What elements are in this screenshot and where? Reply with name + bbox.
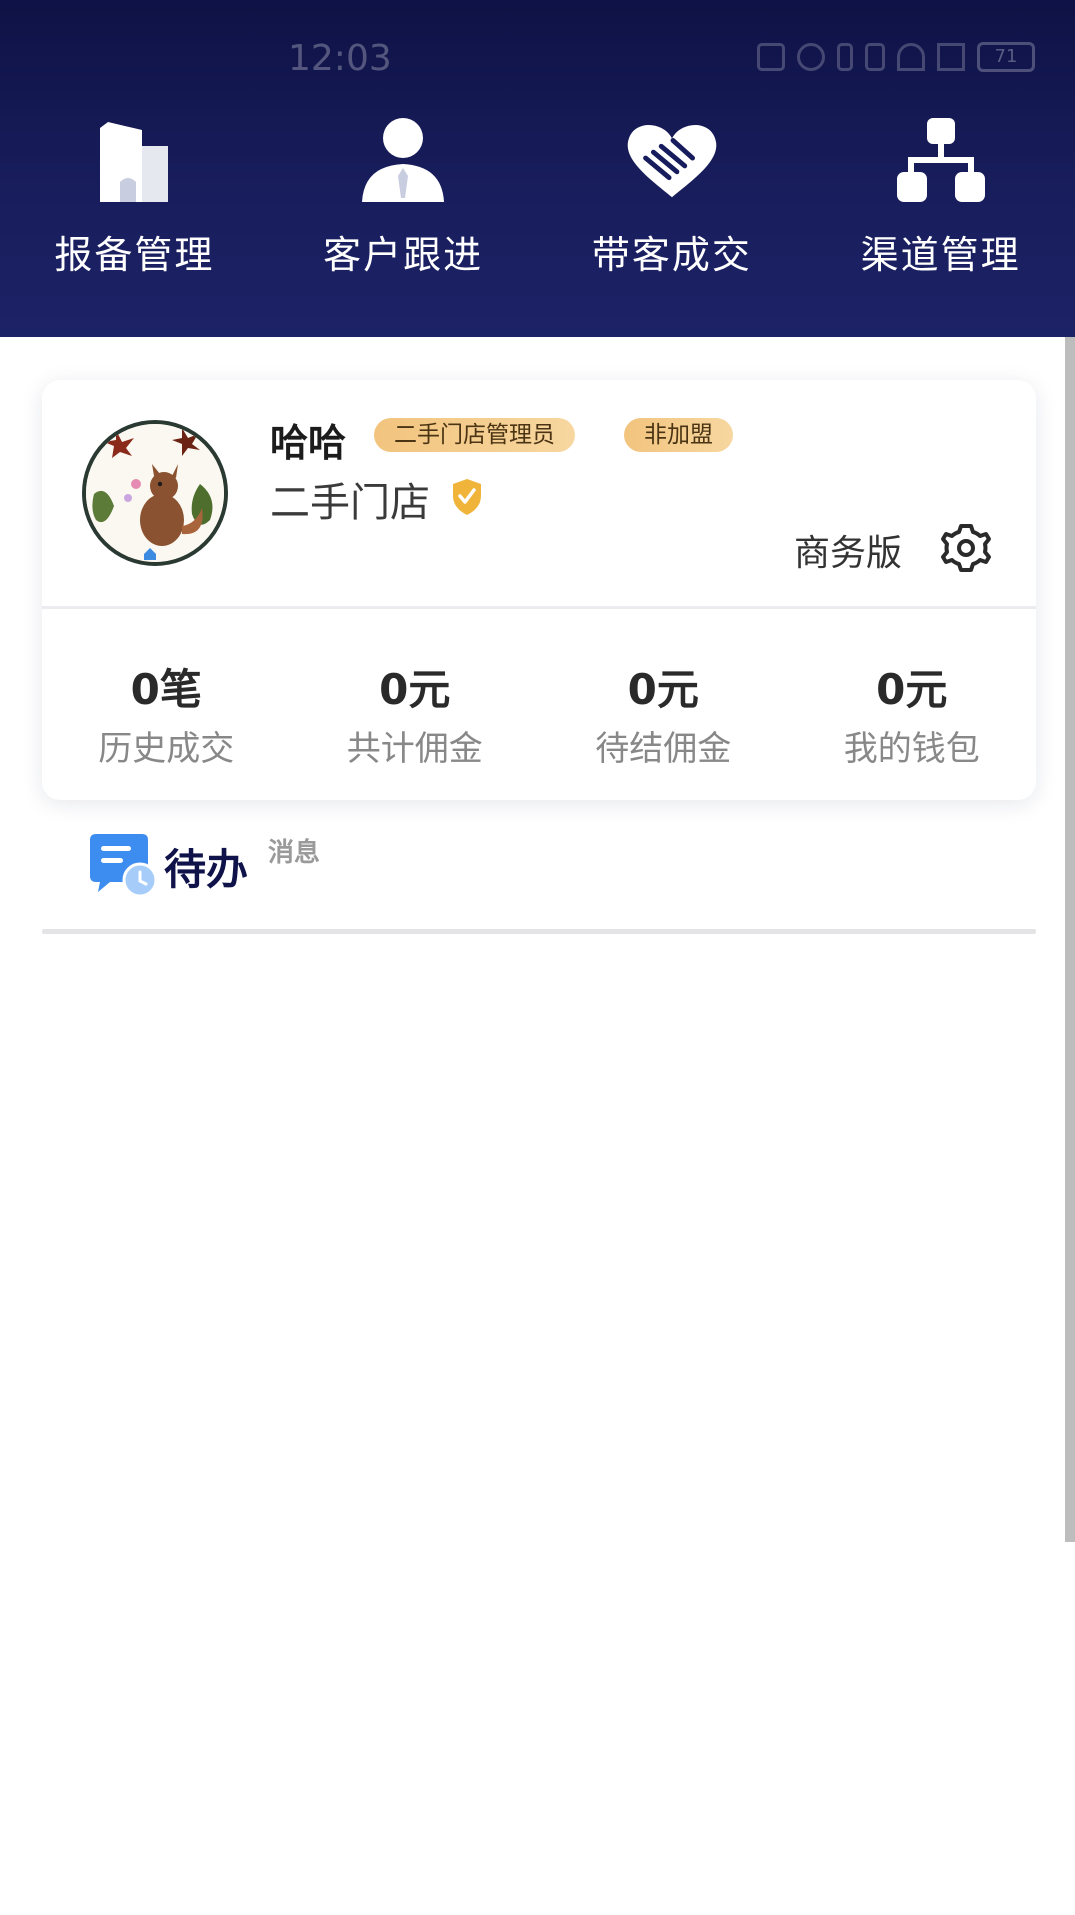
avatar[interactable] [82,420,228,566]
settings-gear-icon[interactable] [940,522,992,574]
nav-item-deal[interactable]: 带客成交 [538,112,807,279]
building-icon [86,112,182,202]
heart-handshake-icon [624,112,720,202]
stat-label: 待结佣金 [595,729,732,769]
nav-label: 客户跟进 [323,233,484,277]
role-badge: 二手门店管理员 [374,418,575,452]
stats-row: 0笔 历史成交 0元 共计佣金 0元 待结佣金 0元 我的钱包 [42,656,1036,770]
stat-label: 历史成交 [98,729,235,769]
alarm-icon [797,43,825,71]
tab-todo[interactable]: 待办 [164,836,248,897]
todo-section: 待办 消息 [90,830,790,900]
stat-value: 0元 [627,665,699,714]
nav-label: 渠道管理 [860,233,1021,277]
stat-total-commission[interactable]: 0元 共计佣金 [291,656,540,770]
card-divider [42,606,1036,609]
stat-history-deals[interactable]: 0笔 历史成交 [42,656,291,770]
nav-label: 带客成交 [591,233,752,277]
scrollbar[interactable] [1065,337,1075,1542]
status-time: 12:03 [288,38,392,79]
profile-card: 哈哈 二手门店管理员 非加盟 二手门店 商务版 0笔 历史成交 0元 共计佣金 … [42,380,1036,800]
battery-icon: 71 [977,42,1035,72]
stat-value: 0元 [876,665,948,714]
edition-label: 商务版 [794,533,903,574]
nfc-icon [757,43,785,71]
person-icon [355,112,451,202]
status-bar: 12:03 71 [0,28,1075,94]
store-name: 二手门店 [270,480,430,526]
wifi-icon [897,43,925,71]
stat-label: 我的钱包 [843,729,980,769]
nav-item-channel[interactable]: 渠道管理 [806,112,1075,279]
stat-label: 共计佣金 [346,729,483,769]
todo-chat-clock-icon [90,832,158,898]
nav-item-customer[interactable]: 客户跟进 [269,112,538,279]
nav-item-report[interactable]: 报备管理 [0,112,269,279]
tab-underline-divider [42,929,1036,934]
stat-value: 0元 [379,665,451,714]
stat-value: 0笔 [130,665,202,714]
stat-wallet[interactable]: 0元 我的钱包 [788,656,1037,770]
user-name: 哈哈 [270,421,347,465]
tab-messages[interactable]: 消息 [268,832,320,869]
vibrate-icon [865,43,885,71]
bluetooth-icon [837,43,853,71]
franchise-badge: 非加盟 [624,418,733,452]
status-icons: 71 [757,42,1035,72]
verified-shield-icon [451,478,483,516]
org-chart-icon [893,112,989,202]
stat-pending-commission[interactable]: 0元 待结佣金 [539,656,788,770]
header-banner: 12:03 71 报备管理 客户跟进 带客成交 渠道管理 [0,0,1075,337]
nav-label: 报备管理 [54,233,215,277]
quick-nav: 报备管理 客户跟进 带客成交 渠道管理 [0,112,1075,279]
signal-icon [937,43,965,71]
